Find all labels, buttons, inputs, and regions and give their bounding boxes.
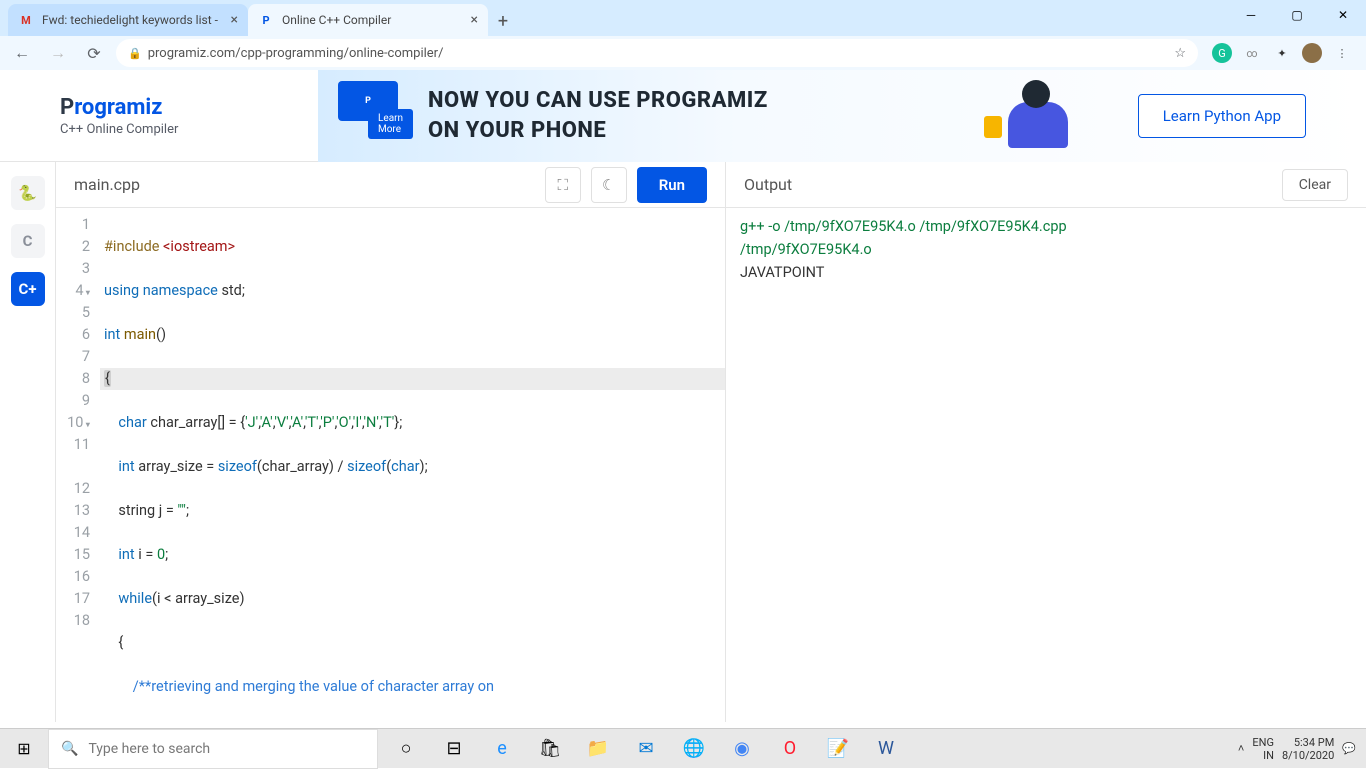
rail-c[interactable]: C [11,224,45,258]
search-placeholder: Type here to search [88,741,210,757]
editor-header: main.cpp ⛶ ☾ Run [56,162,725,208]
task-view-icon[interactable]: ⊟ [432,729,476,769]
notifications-icon[interactable]: 💬 [1342,742,1356,755]
output-body[interactable]: g++ -o /tmp/9fXO7E95K4.o /tmp/9fXO7E95K4… [726,208,1366,722]
rail-cpp[interactable]: C+ [11,272,45,306]
tab-title: Fwd: techiedelight keywords list - [42,13,218,27]
output-title: Output [744,175,792,194]
opera-icon[interactable]: O [768,729,812,769]
tray-date[interactable]: 8/10/2020 [1282,749,1334,762]
ie-icon[interactable]: e [480,729,524,769]
taskbar-apps: ○ ⊟ e 🛍 📁 ✉ 🌐 ◉ O 📝 W [384,729,908,769]
code-editor[interactable]: 1 2 3 4 5 6 7 8 9 10 11 12 13 14 15 16 1… [56,208,725,722]
promo-banner: P Learn More NOW YOU CAN USE PROGRAMIZ O… [318,70,1366,162]
search-icon: 🔍 [61,741,78,757]
site-logo[interactable]: Programiz [60,95,318,120]
word-icon[interactable]: W [864,729,908,769]
output-header: Output Clear [726,162,1366,208]
url-field[interactable]: 🔒 programiz.com/cpp-programming/online-c… [116,39,1198,67]
window-controls: ─ ▢ ✕ [1228,0,1366,30]
system-tray: ˄ ENG IN 5:34 PM 8/10/2020 💬 [1238,736,1366,762]
mail-icon[interactable]: ✉ [624,729,668,769]
reload-button[interactable]: ⟳ [80,39,108,67]
cortana-icon[interactable]: ○ [384,729,428,769]
windows-taskbar: ⊞ 🔍 Type here to search ○ ⊟ e 🛍 📁 ✉ 🌐 ◉ … [0,728,1366,768]
main-area: 🐍 C C+ main.cpp ⛶ ☾ Run 1 2 3 4 5 6 7 8 … [0,162,1366,722]
explorer-icon[interactable]: 📁 [576,729,620,769]
maximize-button[interactable]: ▢ [1274,0,1320,30]
back-button[interactable]: ← [8,39,36,67]
page-subtitle: C++ Online Compiler [60,122,318,137]
tray-language[interactable]: ENG [1252,736,1274,749]
clear-button[interactable]: Clear [1282,169,1348,201]
filename-label: main.cpp [74,175,140,194]
tab-title: Online C++ Compiler [282,13,391,27]
fullscreen-icon[interactable]: ⛶ [545,167,581,203]
browser-tab-programiz[interactable]: P Online C++ Compiler × [248,4,488,36]
close-icon[interactable]: × [471,12,478,28]
chromium-icon[interactable]: ◉ [720,729,764,769]
address-bar: ← → ⟳ 🔒 programiz.com/cpp-programming/on… [0,36,1366,70]
chrome-icon[interactable]: 🌐 [672,729,716,769]
learn-python-app-button[interactable]: Learn Python App [1138,94,1306,138]
taskbar-search[interactable]: 🔍 Type here to search [48,729,378,769]
url-text: programiz.com/cpp-programming/online-com… [148,46,444,61]
extensions-puzzle-icon[interactable]: ✦ [1272,43,1292,63]
dark-mode-icon[interactable]: ☾ [591,167,627,203]
tray-chevron-icon[interactable]: ˄ [1238,742,1244,755]
new-tab-button[interactable]: + [488,6,518,36]
page-header: Programiz C++ Online Compiler P Learn Mo… [0,70,1366,162]
grammarly-icon[interactable]: G [1212,43,1232,63]
chrome-menu-icon[interactable]: ⋮ [1332,43,1352,63]
notepad-icon[interactable]: 📝 [816,729,860,769]
programiz-icon: P [258,12,274,28]
gmail-icon: M [18,12,34,28]
language-rail: 🐍 C C+ [0,162,56,722]
extension-icon[interactable]: ∞ [1242,43,1262,63]
editor-pane: main.cpp ⛶ ☾ Run 1 2 3 4 5 6 7 8 9 10 11… [56,162,726,722]
tab-bar: M Fwd: techiedelight keywords list - × P… [0,0,1366,36]
output-pane: Output Clear g++ -o /tmp/9fXO7E95K4.o /t… [726,162,1366,722]
rail-python[interactable]: 🐍 [11,176,45,210]
extension-icons: G ∞ ✦ ⋮ [1206,43,1358,63]
store-icon[interactable]: 🛍 [528,729,572,769]
line-gutter: 1 2 3 4 5 6 7 8 9 10 11 12 13 14 15 16 1… [56,208,100,722]
browser-tab-gmail[interactable]: M Fwd: techiedelight keywords list - × [8,4,248,36]
logo-block: Programiz C++ Online Compiler [0,95,318,137]
banner-headline: NOW YOU CAN USE PROGRAMIZ ON YOUR PHONE [428,86,768,145]
profile-avatar[interactable] [1302,43,1322,63]
close-window-button[interactable]: ✕ [1320,0,1366,30]
start-button[interactable]: ⊞ [0,729,48,769]
tray-locale[interactable]: IN [1252,749,1274,762]
code-body[interactable]: #include <iostream> using namespace std;… [100,208,725,722]
bookmark-star-icon[interactable]: ☆ [1174,46,1186,61]
browser-chrome: M Fwd: techiedelight keywords list - × P… [0,0,1366,70]
lock-icon: 🔒 [128,47,142,60]
run-button[interactable]: Run [637,167,707,203]
close-icon[interactable]: × [231,12,238,28]
tray-time[interactable]: 5:34 PM [1282,736,1334,749]
learn-more-button[interactable]: Learn More [368,109,413,139]
forward-button[interactable]: → [44,39,72,67]
banner-illustration [978,76,1098,156]
minimize-button[interactable]: ─ [1228,0,1274,30]
